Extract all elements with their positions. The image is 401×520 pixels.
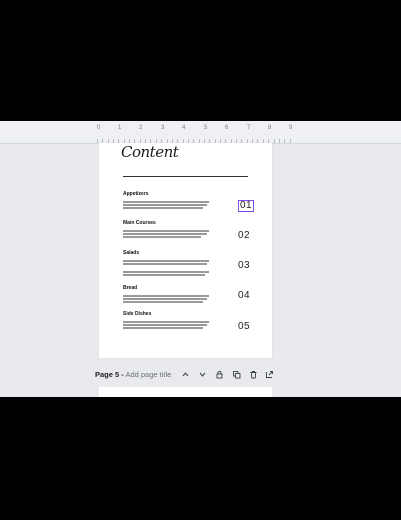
horizontal-ruler: 0 1 2 3 4 5 6 7 8 9	[0, 121, 401, 144]
menu-section[interactable]: Side Dishes 05	[123, 311, 263, 332]
ruler-number: 8	[268, 125, 272, 131]
menu-section[interactable]: Salads 03	[123, 250, 263, 277]
section-heading: Side Dishes	[123, 311, 152, 317]
menu-section[interactable]: Main Courses 02	[123, 220, 263, 241]
ruler-number: 2	[139, 125, 143, 131]
ruler-number: 1	[118, 125, 122, 131]
duplicate-icon[interactable]	[232, 370, 241, 379]
section-body-text	[123, 260, 209, 276]
add-page-icon[interactable]	[265, 370, 274, 379]
page-label[interactable]: Page 5 - Add page title	[95, 370, 171, 379]
ruler-number: 6	[225, 125, 229, 131]
section-body-text	[123, 321, 209, 329]
section-number[interactable]: 01	[238, 200, 255, 212]
ruler-tick	[97, 139, 98, 143]
ruler-number: 5	[204, 125, 208, 131]
page-title-input[interactable]: Add page title	[125, 370, 171, 379]
section-heading: Salads	[123, 250, 140, 256]
ruler-number: 3	[161, 125, 165, 131]
ruler-tick	[279, 139, 280, 143]
section-body-text	[123, 295, 209, 303]
section-number[interactable]: 03	[238, 260, 250, 271]
editor-canvas: 0 1 2 3 4 5 6 7 8 9 Content Appetizers 0…	[0, 121, 401, 397]
ruler-number: 0	[97, 125, 101, 131]
ruler-tick	[274, 139, 275, 143]
chevron-down-icon[interactable]	[198, 370, 207, 379]
section-number[interactable]: 05	[238, 321, 250, 332]
design-page[interactable]: Content Appetizers 01 Main Courses 02 Sa…	[99, 143, 272, 358]
section-number[interactable]: 02	[238, 230, 250, 241]
ruler-tick	[284, 139, 285, 143]
trash-icon[interactable]	[249, 370, 258, 379]
content-heading[interactable]: Content	[121, 143, 179, 161]
section-body-text	[123, 230, 209, 238]
page-number: Page 5 -	[95, 370, 124, 379]
section-number[interactable]: 04	[238, 290, 250, 301]
title-divider	[123, 176, 248, 177]
section-heading: Main Courses	[123, 220, 156, 226]
ruler-tick	[290, 139, 291, 143]
menu-section[interactable]: Appetizers 01	[123, 191, 263, 212]
ruler-number: 7	[247, 125, 251, 131]
page-toolbar: Page 5 - Add page title	[95, 368, 275, 382]
ruler-number: 9	[289, 125, 293, 131]
section-body-text	[123, 201, 209, 209]
menu-section[interactable]: Bread 04	[123, 285, 263, 305]
lock-icon[interactable]	[215, 370, 224, 379]
chevron-up-icon[interactable]	[181, 370, 190, 379]
ruler-number: 4	[182, 125, 186, 131]
section-heading: Appetizers	[123, 191, 149, 197]
next-design-page[interactable]	[99, 387, 272, 397]
